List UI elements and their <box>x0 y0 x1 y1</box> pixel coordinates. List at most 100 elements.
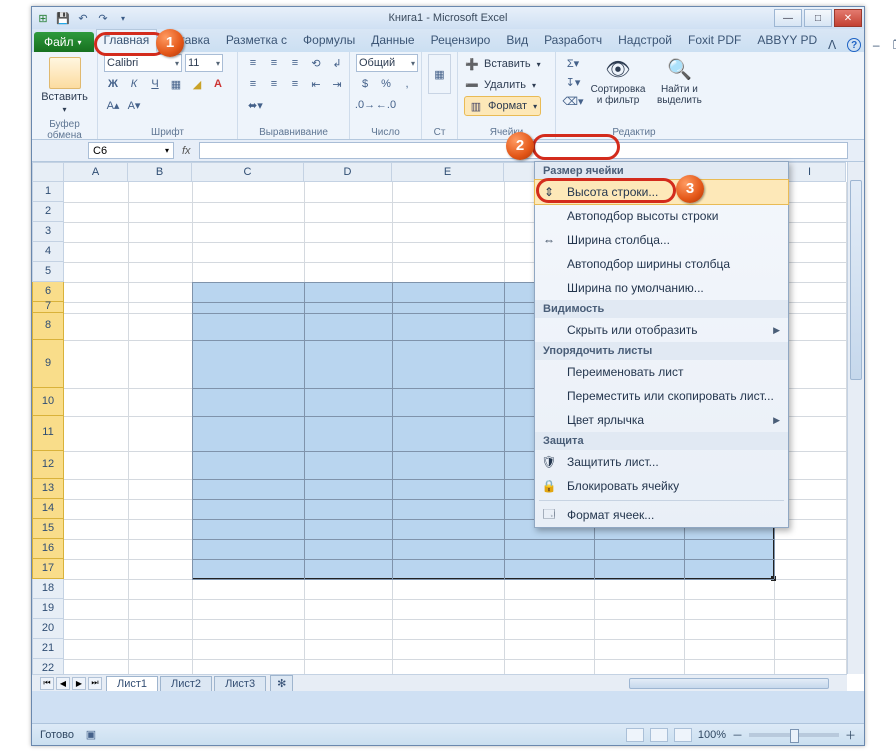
mdi-restore-icon[interactable]: ❐ <box>891 38 896 52</box>
minimize-button[interactable]: — <box>774 9 802 27</box>
align-bottom-button[interactable]: ≡ <box>286 54 304 72</box>
percent-button[interactable]: % <box>377 75 395 93</box>
sort-filter-button[interactable]: 👁 Сортировка и фильтр <box>588 54 648 109</box>
undo-icon[interactable]: ↶ <box>76 11 90 25</box>
col-header-D[interactable]: D <box>304 162 392 182</box>
row-header-1[interactable]: 1 <box>32 182 64 202</box>
row-header-5[interactable]: 5 <box>32 262 64 282</box>
menu-col-width[interactable]: ⇔Ширина столбца... <box>535 228 788 252</box>
italic-button[interactable]: К <box>125 75 143 93</box>
help-icon[interactable]: ? <box>847 38 861 52</box>
find-select-button[interactable]: 🔍 Найти и выделить <box>652 54 707 109</box>
maximize-button[interactable]: □ <box>804 9 832 27</box>
sheet-nav-last[interactable]: ⏭ <box>88 677 102 690</box>
menu-format-cells[interactable]: 🗔Формат ячеек... <box>535 503 788 527</box>
row-header-3[interactable]: 3 <box>32 222 64 242</box>
tab-8[interactable]: Надстрой <box>610 29 680 52</box>
row-header-10[interactable]: 10 <box>32 388 64 416</box>
merge-button[interactable]: ⬌▾ <box>244 96 267 114</box>
row-header-2[interactable]: 2 <box>32 202 64 222</box>
clear-button[interactable]: ⌫▾ <box>562 92 584 110</box>
select-all-corner[interactable] <box>32 162 64 182</box>
menu-rename-sheet[interactable]: Переименовать лист <box>535 360 788 384</box>
menu-autofit-row[interactable]: Автоподбор высоты строки <box>535 204 788 228</box>
zoom-in-button[interactable]: ＋ <box>845 727 856 743</box>
cell-styles-button[interactable]: ▦ <box>428 54 451 94</box>
fx-icon[interactable]: fx <box>182 145 191 157</box>
zoom-out-button[interactable]: － <box>732 727 743 743</box>
menu-autofit-col[interactable]: Автоподбор ширины столбца <box>535 252 788 276</box>
autosum-button[interactable]: Σ▾ <box>562 54 584 72</box>
horizontal-scroll-thumb[interactable] <box>629 678 829 689</box>
row-header-7[interactable]: 7 <box>32 302 64 313</box>
menu-move-sheet[interactable]: Переместить или скопировать лист... <box>535 384 788 408</box>
menu-lock-cell[interactable]: 🔒Блокировать ячейку <box>535 474 788 498</box>
sheet-tab-1[interactable]: Лист2 <box>160 676 212 691</box>
row-header-21[interactable]: 21 <box>32 639 64 659</box>
currency-button[interactable]: $ <box>356 75 374 93</box>
row-header-16[interactable]: 16 <box>32 539 64 559</box>
font-color-button[interactable]: A <box>209 75 227 93</box>
row-header-19[interactable]: 19 <box>32 599 64 619</box>
menu-protect-sheet[interactable]: 🛡Защитить лист... <box>535 450 788 474</box>
name-box[interactable]: C6▾ <box>88 142 174 159</box>
row-header-11[interactable]: 11 <box>32 416 64 451</box>
align-middle-button[interactable]: ≡ <box>265 54 283 72</box>
indent-inc-button[interactable]: ⇥ <box>328 75 346 93</box>
paste-button[interactable]: Вставить ▾ <box>38 54 91 117</box>
tab-3[interactable]: Формулы <box>295 29 363 52</box>
format-cells-button[interactable]: ▥Формат▾ <box>464 96 541 116</box>
minimize-ribbon-icon[interactable]: ᐱ <box>825 38 839 52</box>
increase-decimal-button[interactable]: .0→ <box>356 96 374 114</box>
row-header-20[interactable]: 20 <box>32 619 64 639</box>
vertical-scrollbar[interactable] <box>847 162 864 674</box>
indent-dec-button[interactable]: ⇤ <box>307 75 325 93</box>
mdi-minimize-icon[interactable]: – <box>869 38 883 52</box>
col-header-C[interactable]: C <box>192 162 304 182</box>
number-format-combo[interactable]: Общий▾ <box>356 54 418 72</box>
sheet-tab-2[interactable]: Лист3 <box>214 676 266 691</box>
tab-7[interactable]: Разработч <box>536 29 610 52</box>
row-header-13[interactable]: 13 <box>32 479 64 499</box>
font-size-combo[interactable]: 11▾ <box>185 54 223 72</box>
col-header-A[interactable]: A <box>64 162 128 182</box>
align-right-button[interactable]: ≡ <box>286 75 304 93</box>
menu-row-height[interactable]: ⇕Высота строки... <box>535 180 788 204</box>
border-button[interactable]: ▦ <box>167 75 185 93</box>
row-header-17[interactable]: 17 <box>32 559 64 579</box>
align-top-button[interactable]: ≡ <box>244 54 262 72</box>
tab-9[interactable]: Foxit PDF <box>680 29 749 52</box>
row-header-6[interactable]: 6 <box>32 282 64 302</box>
file-tab[interactable]: Файл▾ <box>34 32 94 52</box>
sheet-tab-0[interactable]: Лист1 <box>106 676 158 691</box>
row-header-4[interactable]: 4 <box>32 242 64 262</box>
shrink-font-button[interactable]: A▾ <box>125 96 143 114</box>
col-header-B[interactable]: B <box>128 162 192 182</box>
decrease-decimal-button[interactable]: ←.0 <box>377 96 395 114</box>
new-sheet-button[interactable]: ✻ <box>270 675 293 691</box>
vertical-scroll-thumb[interactable] <box>850 180 862 380</box>
align-left-button[interactable]: ≡ <box>244 75 262 93</box>
view-normal-button[interactable] <box>626 728 644 742</box>
orientation-button[interactable]: ⟲ <box>307 54 325 72</box>
tab-4[interactable]: Данные <box>363 29 422 52</box>
wrap-text-button[interactable]: ↲ <box>328 54 346 72</box>
menu-tab-color[interactable]: Цвет ярлычка▶ <box>535 408 788 432</box>
tab-6[interactable]: Вид <box>498 29 536 52</box>
menu-default-width[interactable]: Ширина по умолчанию... <box>535 276 788 300</box>
row-header-8[interactable]: 8 <box>32 313 64 340</box>
sheet-nav-next[interactable]: ▶ <box>72 677 86 690</box>
qat-dropdown-icon[interactable]: ▾ <box>116 11 130 25</box>
tab-5[interactable]: Рецензиро <box>423 29 499 52</box>
align-center-button[interactable]: ≡ <box>265 75 283 93</box>
insert-cells-button[interactable]: ➕Вставить▾ <box>464 54 541 74</box>
row-header-12[interactable]: 12 <box>32 451 64 479</box>
save-icon[interactable]: 💾 <box>56 11 70 25</box>
redo-icon[interactable]: ↷ <box>96 11 110 25</box>
tab-2[interactable]: Разметка с <box>218 29 295 52</box>
close-button[interactable]: ✕ <box>834 9 862 27</box>
view-break-button[interactable] <box>674 728 692 742</box>
comma-button[interactable]: , <box>398 75 416 93</box>
row-header-18[interactable]: 18 <box>32 579 64 599</box>
underline-button[interactable]: Ч <box>146 75 164 93</box>
